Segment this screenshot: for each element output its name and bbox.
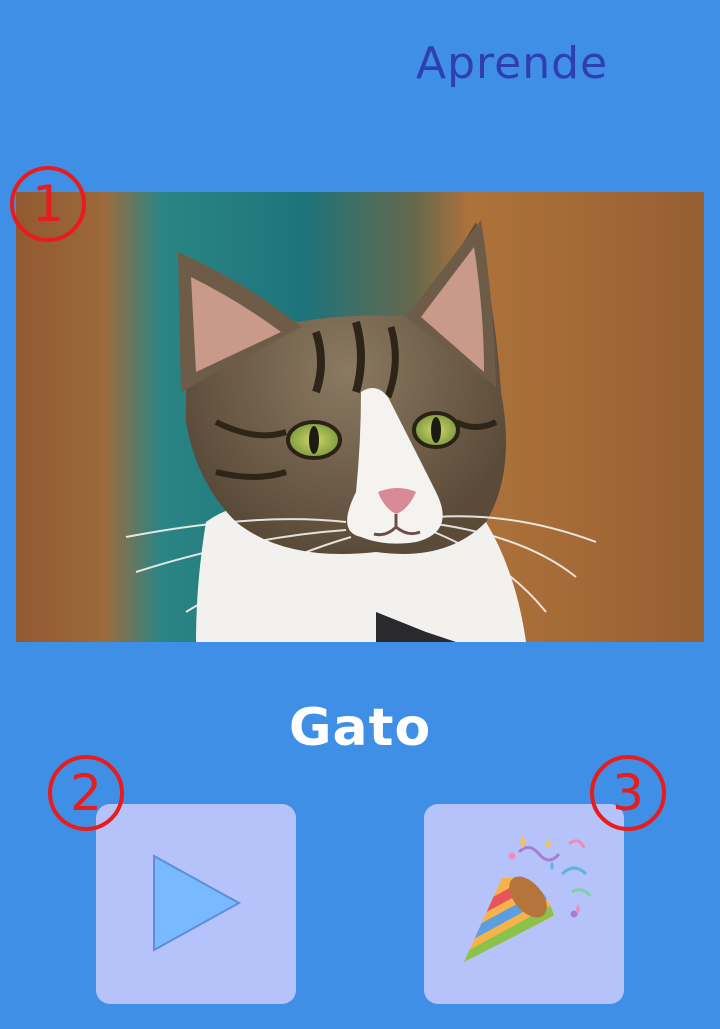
word-label: Gato [288,698,432,758]
annotation-marker-1: 1 [10,166,86,242]
play-button[interactable] [96,804,296,1004]
celebrate-button[interactable] [424,804,624,1004]
cat-photo-illustration [16,192,704,642]
annotation-marker-2: 2 [48,755,124,831]
play-icon [153,854,242,952]
annotation-marker-3: 3 [590,755,666,831]
cat-photo [16,192,704,642]
learn-screen: Aprende Gato 1 2 3 [0,0,720,1029]
party-popper-icon [464,835,592,962]
page-title: Aprende [416,38,609,89]
